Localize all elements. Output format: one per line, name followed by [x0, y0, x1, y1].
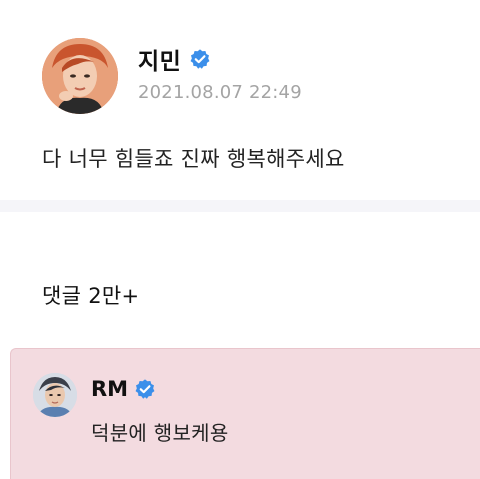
highlighted-comment[interactable]: RM 덕분에 행보케용 — [10, 348, 480, 479]
section-divider — [0, 200, 480, 212]
comment-name-row: RM — [91, 377, 156, 401]
comment-author-name[interactable]: RM — [91, 377, 128, 401]
post-body-text: 다 너무 힘들죠 진짜 행복해주세요 — [42, 147, 345, 171]
post-timestamp: 2021.08.07 22:49 — [138, 82, 302, 103]
comment-author-avatar[interactable] — [33, 373, 77, 417]
avatar-portrait-icon — [42, 38, 118, 114]
post-header: 지민 2021.08.07 22:49 — [42, 38, 462, 118]
comments-count-heading[interactable]: 댓글 2만+ — [42, 280, 139, 310]
author-avatar[interactable] — [42, 38, 118, 114]
avatar-portrait-icon — [33, 373, 77, 417]
verified-badge-icon — [134, 378, 156, 400]
author-name[interactable]: 지민 — [138, 42, 181, 76]
comment-text: 덕분에 행보케용 — [91, 421, 229, 445]
author-name-row: 지민 — [138, 42, 211, 76]
verified-badge-icon — [189, 48, 211, 70]
